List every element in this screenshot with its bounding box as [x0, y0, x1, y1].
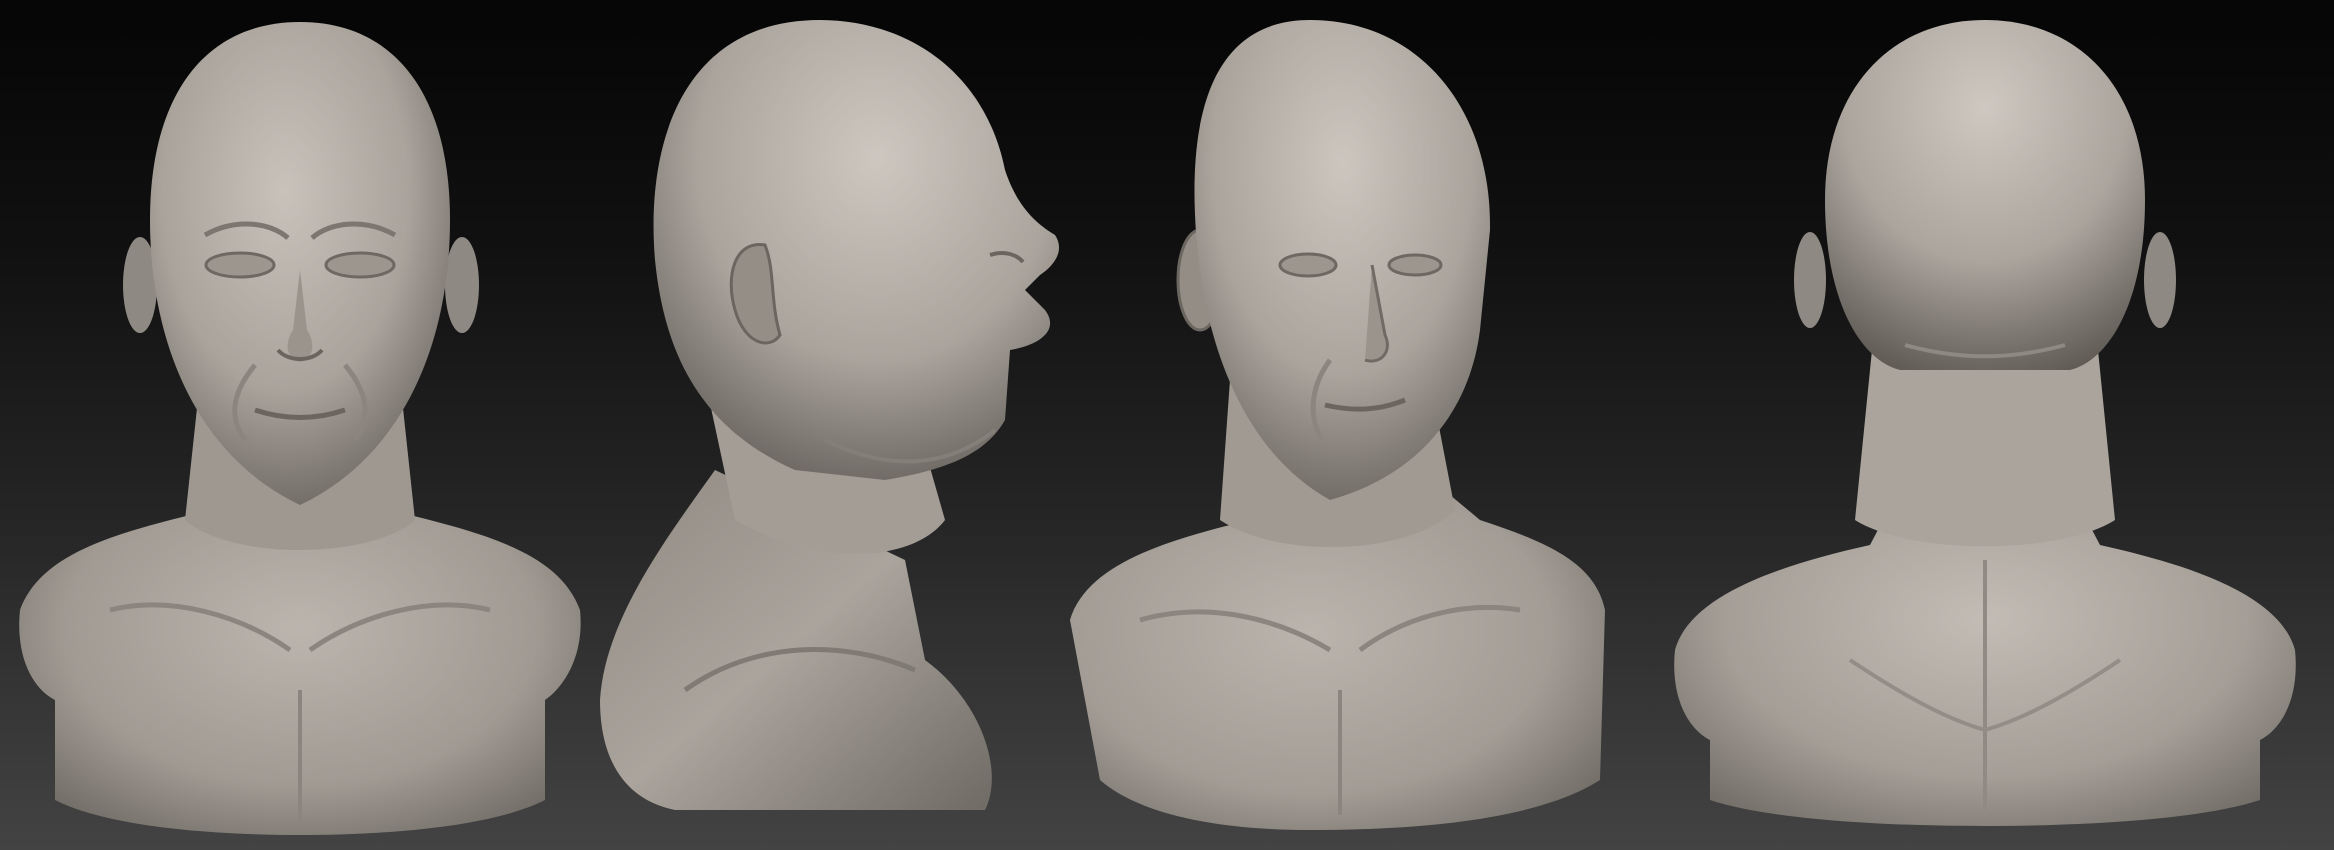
bust-back-view: [1660, 0, 2310, 850]
bust-side-profile-view: [585, 0, 1105, 850]
bust-back-render: [1674, 20, 2296, 826]
bust-front-render: [19, 22, 581, 835]
bust-three-quarter-render: [1070, 20, 1605, 830]
bust-side-render: [600, 20, 1060, 810]
bust-three-quarter-view: [1060, 0, 1620, 850]
sculpt-viewport: [0, 0, 2334, 850]
bust-front-view: [0, 0, 600, 850]
